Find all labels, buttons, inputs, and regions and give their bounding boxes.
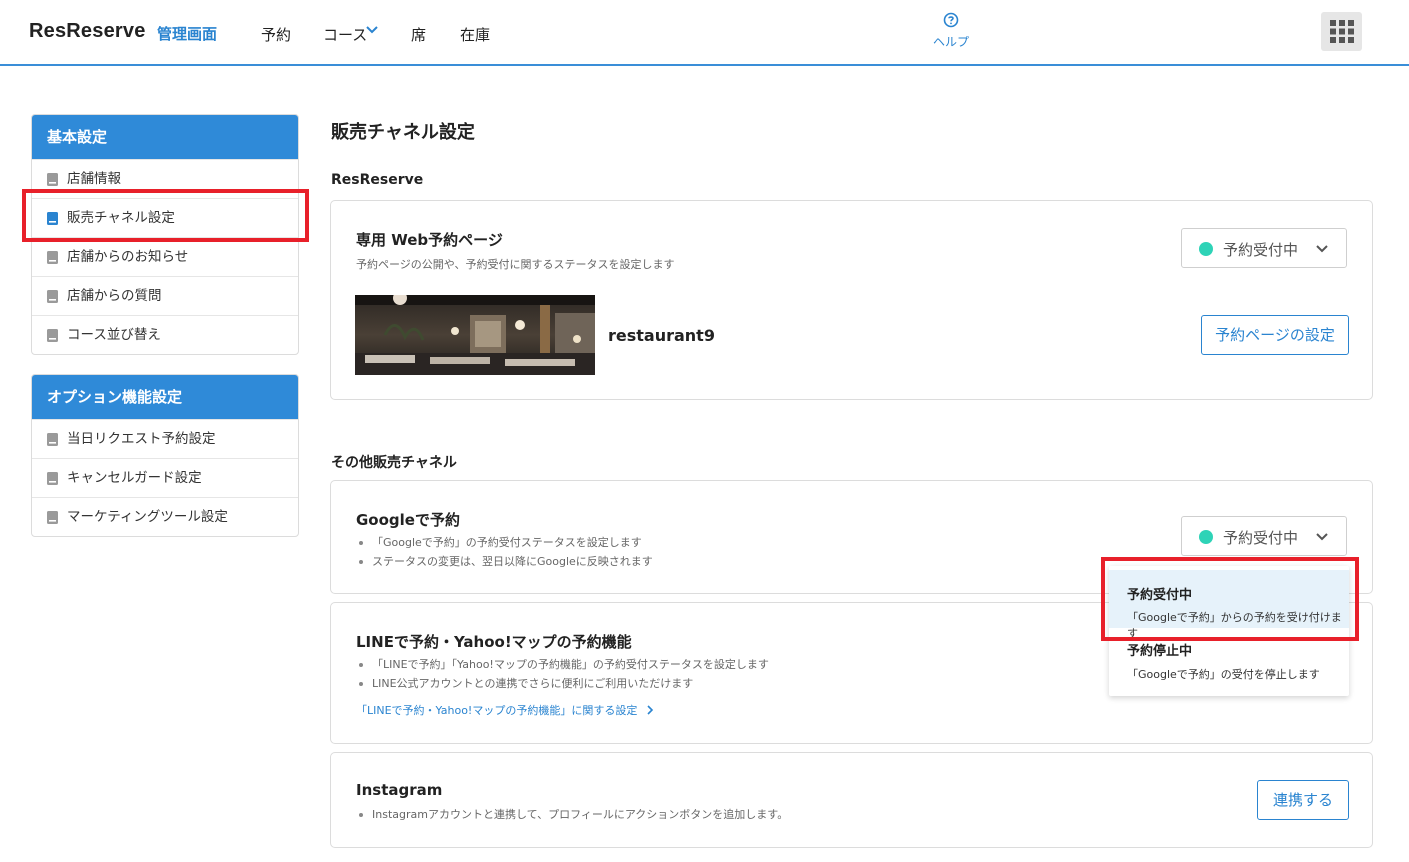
line-bullets: 「LINEで予約」「Yahoo!マップの予約機能」の予約受付ステータスを設定しま… [356, 655, 769, 693]
instagram-bullets: Instagramアカウントと連携して、プロフィールにアクションボタンを追加しま… [356, 805, 788, 824]
highlight-box [1101, 557, 1359, 641]
sidebar-item-store-questions[interactable]: 店舗からの質問 [32, 276, 298, 315]
nav-courses[interactable]: コース [323, 24, 367, 45]
book-icon [47, 172, 58, 186]
nav-seats[interactable]: 席 [411, 24, 426, 45]
status-dot-icon [1199, 242, 1213, 256]
highlight-box [22, 189, 309, 242]
chevron-down-icon [1316, 533, 1328, 541]
card-title: LINEで予約・Yahoo!マップの予約機能 [356, 633, 632, 651]
grid-icon [1330, 20, 1354, 43]
sidebar-item-label: マーケティングツール設定 [67, 509, 228, 525]
sidebar-basic-title: 基本設定 [32, 115, 298, 159]
chevron-right-icon [647, 705, 653, 715]
sidebar-item-label: 店舗からの質問 [67, 288, 162, 304]
book-icon [47, 510, 58, 524]
sidebar-item-course-order[interactable]: コース並び替え [32, 315, 298, 354]
restaurant-image [355, 295, 595, 375]
shop-name: restaurant9 [608, 326, 715, 345]
app-logo-subtitle: 管理画面 [157, 25, 218, 43]
status-value: 予約受付中 [1223, 241, 1299, 259]
chevron-down-icon [1316, 245, 1328, 253]
option-description: 「Googleで予約」の受付を停止します [1127, 668, 1320, 681]
help-label: ヘルプ [932, 35, 969, 49]
book-icon [47, 328, 58, 342]
help-icon [943, 12, 959, 28]
card-title: 専用 Web予約ページ [356, 231, 503, 249]
option-title: 予約停止中 [1127, 644, 1193, 659]
sidebar-item-label: 店舗からのお知らせ [67, 249, 189, 265]
sidebar-options-title: オプション機能設定 [32, 375, 298, 419]
status-dot-icon [1199, 530, 1213, 544]
status-value: 予約受付中 [1223, 529, 1299, 547]
bullet-item: Instagramアカウントと連携して、プロフィールにアクションボタンを追加しま… [356, 805, 788, 824]
dropdown-option-stopped[interactable]: 予約停止中 「Googleで予約」の受付を停止します [1109, 632, 1349, 692]
bullet-item: ステータスの変更は、翌日以降にGoogleに反映されます [356, 552, 653, 571]
bullet-item: 「Googleで予約」の予約受付ステータスを設定します [356, 533, 653, 552]
section-title-resreserve: ResReserve [331, 172, 424, 188]
app-grid-button[interactable] [1321, 12, 1362, 51]
sidebar-item-cancel-guard[interactable]: キャンセルガード設定 [32, 458, 298, 497]
card-web-reservation: 専用 Web予約ページ 予約ページの公開や、予約受付に関するステータスを設定しま… [330, 200, 1373, 400]
nav-reservations[interactable]: 予約 [261, 24, 291, 45]
sidebar-item-label: キャンセルガード設定 [67, 470, 202, 486]
card-description: 予約ページの公開や、予約受付に関するステータスを設定します [356, 258, 675, 271]
book-icon [47, 289, 58, 303]
web-status-select[interactable]: 予約受付中 [1181, 228, 1347, 268]
link-label: 「LINEで予約・Yahoo!マップの予約機能」に関する設定 [356, 704, 638, 717]
card-title: Googleで予約 [356, 511, 460, 529]
chevron-down-icon[interactable] [366, 26, 378, 34]
sidebar-item-same-day-request[interactable]: 当日リクエスト予約設定 [32, 419, 298, 458]
book-icon [47, 250, 58, 264]
instagram-connect-button[interactable]: 連携する [1257, 780, 1349, 820]
card-instagram: Instagram Instagramアカウントと連携して、プロフィールにアクシ… [330, 752, 1373, 848]
section-title-other-channels: その他販売チャネル [331, 455, 457, 471]
page-title: 販売チャネル設定 [331, 122, 475, 143]
sidebar-item-store-notices[interactable]: 店舗からのお知らせ [32, 237, 298, 276]
top-header: ResReserve 管理画面 予約 コース 席 在庫 ヘルプ [0, 0, 1409, 66]
book-icon [47, 471, 58, 485]
nav-inventory[interactable]: 在庫 [460, 24, 490, 45]
app-logo[interactable]: ResReserve [29, 20, 146, 43]
bullet-item: LINE公式アカウントとの連携でさらに便利にご利用いただけます [356, 674, 769, 693]
sidebar-item-label: コース並び替え [67, 327, 161, 343]
bullet-item: 「LINEで予約」「Yahoo!マップの予約機能」の予約受付ステータスを設定しま… [356, 655, 769, 674]
restaurant-photo [355, 295, 595, 375]
book-icon [47, 432, 58, 446]
sidebar-item-marketing-tools[interactable]: マーケティングツール設定 [32, 497, 298, 536]
google-bullets: 「Googleで予約」の予約受付ステータスを設定します ステータスの変更は、翌日… [356, 533, 653, 571]
line-settings-link[interactable]: 「LINEで予約・Yahoo!マップの予約機能」に関する設定 [356, 702, 654, 718]
card-title: Instagram [356, 781, 443, 799]
help-button[interactable]: ヘルプ [932, 12, 970, 50]
sidebar-option-settings: オプション機能設定 当日リクエスト予約設定 キャンセルガード設定 マーケティング… [31, 374, 299, 537]
google-status-select[interactable]: 予約受付中 [1181, 516, 1347, 556]
sidebar-item-label: 当日リクエスト予約設定 [67, 431, 216, 447]
reservation-page-settings-button[interactable]: 予約ページの設定 [1201, 315, 1349, 355]
